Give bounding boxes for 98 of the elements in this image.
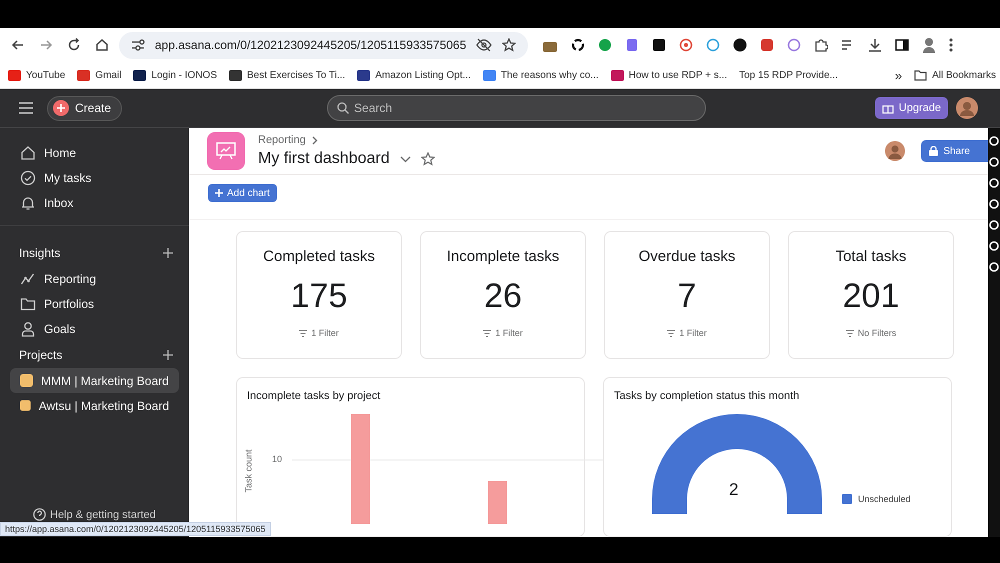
recorder-tool-icon[interactable] bbox=[989, 220, 999, 230]
stat-value: 175 bbox=[290, 277, 348, 316]
site-settings-icon[interactable] bbox=[131, 38, 145, 52]
ring-extension-icon[interactable] bbox=[679, 38, 693, 52]
download-icon[interactable] bbox=[868, 38, 882, 52]
folder-icon bbox=[20, 296, 36, 312]
stat-value: 201 bbox=[842, 277, 900, 316]
dashboard-title: My first dashboard bbox=[258, 150, 390, 168]
recorder-tool-icon[interactable] bbox=[989, 157, 999, 167]
stat-label: Total tasks bbox=[836, 248, 906, 265]
bookmark-link[interactable]: YouTube bbox=[8, 70, 66, 80]
presentation-chart-icon bbox=[216, 142, 236, 160]
sidebar-item[interactable]: MMM | Marketing Board bbox=[10, 368, 179, 393]
create-button[interactable]: Create bbox=[47, 96, 122, 120]
folder-icon bbox=[914, 70, 928, 80]
sidebar-item[interactable]: Goals bbox=[10, 316, 179, 341]
circle-extension-icon[interactable] bbox=[733, 38, 747, 52]
bell-icon bbox=[20, 194, 36, 210]
help-link[interactable]: Help & getting started bbox=[0, 508, 189, 521]
avatar-icon bbox=[885, 141, 906, 162]
bookmark-link[interactable]: Best Exercises To Ti... bbox=[229, 70, 346, 80]
axis-tick-label: 10 bbox=[272, 454, 282, 464]
sidebar-item[interactable]: Portfolios bbox=[10, 291, 179, 316]
stat-value: 26 bbox=[484, 277, 522, 316]
ring-extension-icon[interactable] bbox=[787, 38, 801, 52]
filter-icon bbox=[483, 330, 492, 336]
status-url-text: https://app.asana.com/0/1202123092445205/1205115933575065 bbox=[5, 524, 266, 534]
sidebar-item[interactable]: Reporting bbox=[10, 266, 179, 291]
stat-label: Incomplete tasks bbox=[446, 248, 560, 265]
square-extension-icon[interactable] bbox=[652, 38, 666, 52]
home-icon[interactable] bbox=[95, 38, 109, 52]
side-panel-icon[interactable] bbox=[895, 38, 909, 52]
more-bookmarks-button[interactable]: » bbox=[894, 68, 902, 82]
filter-label[interactable]: 1 Filter bbox=[483, 328, 523, 338]
sidebar-item[interactable]: Awtsu | Marketing Board bbox=[10, 393, 179, 418]
stat-value: 7 bbox=[678, 277, 696, 316]
recorder-tool-icon[interactable] bbox=[989, 136, 999, 146]
person-icon bbox=[20, 320, 36, 336]
kebab-menu-icon[interactable] bbox=[949, 38, 953, 52]
all-bookmarks-link[interactable]: All Bookmarks bbox=[914, 70, 996, 80]
plus-icon bbox=[215, 189, 223, 198]
recorder-tool-icon[interactable] bbox=[989, 241, 999, 251]
check-circle-icon bbox=[20, 170, 36, 186]
filter-label[interactable]: 1 Filter bbox=[299, 328, 339, 338]
chart-title: Incomplete tasks by project bbox=[247, 390, 382, 402]
chevron-right-icon bbox=[312, 136, 318, 145]
legend-label: Unscheduled bbox=[858, 494, 911, 504]
sidebar-item[interactable]: Inbox bbox=[10, 190, 179, 215]
lock-icon bbox=[929, 146, 938, 156]
share-button[interactable]: Share bbox=[921, 140, 988, 162]
donut-center-value: 2 bbox=[729, 480, 738, 500]
upgrade-button[interactable]: Upgrade bbox=[874, 97, 948, 119]
plus-icon[interactable] bbox=[163, 248, 173, 258]
ring-extension-icon[interactable] bbox=[706, 38, 720, 52]
star-icon[interactable] bbox=[420, 152, 435, 166]
sidebar-item[interactable]: Home bbox=[10, 140, 179, 165]
bookmark-link[interactable]: Amazon Listing Opt... bbox=[357, 70, 471, 80]
forward-arrow-icon[interactable] bbox=[39, 38, 53, 52]
back-arrow-icon[interactable] bbox=[11, 38, 25, 52]
recorder-tool-icon[interactable] bbox=[989, 199, 999, 209]
hamburger-menu-icon[interactable] bbox=[19, 102, 33, 114]
section-heading: Projects bbox=[19, 348, 62, 362]
profile-avatar-icon[interactable] bbox=[922, 37, 936, 53]
sync-icon[interactable] bbox=[571, 38, 585, 52]
axis-label: Task count bbox=[244, 449, 254, 493]
bookmark-link[interactable]: Top 15 RDP Provide... bbox=[739, 70, 838, 80]
bookmark-link[interactable]: Login - IONOS bbox=[133, 70, 218, 80]
address-bar[interactable]: app.asana.com/0/1202123092445205/1205115933575065 bbox=[119, 32, 528, 58]
puzzle-icon[interactable] bbox=[814, 38, 828, 52]
bookmark-link[interactable]: The reasons why co... bbox=[482, 70, 599, 80]
help-icon bbox=[33, 508, 46, 521]
chart-title: Tasks by completion status this month bbox=[614, 390, 800, 402]
plus-icon[interactable] bbox=[163, 350, 173, 360]
eye-slash-icon[interactable] bbox=[476, 38, 492, 52]
star-icon[interactable] bbox=[502, 38, 516, 52]
chevron-down-icon[interactable] bbox=[400, 156, 411, 163]
stat-label: Overdue tasks bbox=[638, 248, 736, 265]
add-chart-button[interactable]: Add chart bbox=[208, 184, 277, 202]
search-field[interactable]: Search bbox=[327, 95, 706, 121]
sidebar-item[interactable]: My tasks bbox=[10, 165, 179, 190]
reload-icon[interactable] bbox=[67, 38, 81, 52]
plus-circle-icon bbox=[53, 100, 69, 116]
search-icon bbox=[337, 102, 350, 114]
recorder-tool-icon[interactable] bbox=[989, 262, 999, 272]
filter-icon bbox=[299, 330, 308, 336]
bookmark-link[interactable]: How to use RDP + s... bbox=[610, 70, 728, 80]
avatar-icon[interactable] bbox=[956, 97, 978, 119]
breadcrumb-link[interactable]: Reporting bbox=[258, 134, 306, 146]
stat-label: Completed tasks bbox=[263, 248, 375, 265]
filter-icon bbox=[846, 330, 854, 336]
home-icon bbox=[20, 144, 36, 160]
filter-label[interactable]: 1 Filter bbox=[667, 328, 707, 338]
url-text: app.asana.com/0/1202123092445205/1205115933575065 bbox=[154, 38, 466, 52]
section-heading: Insights bbox=[19, 246, 60, 260]
filter-icon bbox=[667, 330, 676, 336]
recorder-tool-icon[interactable] bbox=[989, 178, 999, 188]
bookmark-link[interactable]: Gmail bbox=[77, 70, 122, 80]
filter-label[interactable]: No Filters bbox=[846, 328, 896, 338]
